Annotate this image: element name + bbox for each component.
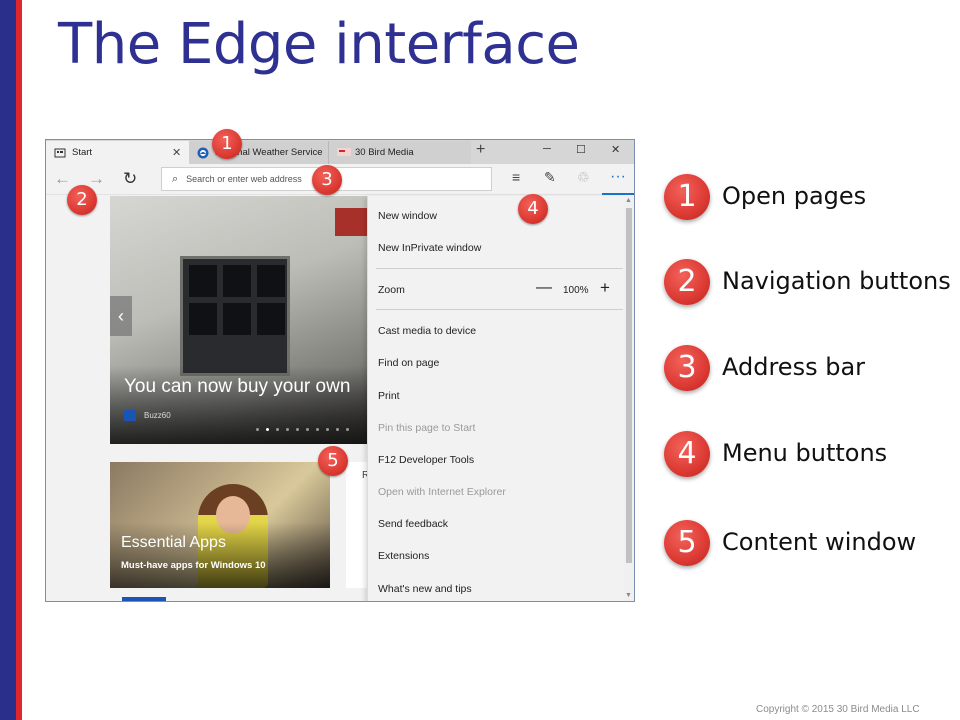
hero-photo-sign (335, 208, 370, 236)
menu-item-cast-media[interactable]: Cast media to device (378, 325, 476, 337)
address-placeholder: Search or enter web address (186, 174, 302, 184)
menu-item-new-inprivate-window[interactable]: New InPrivate window (378, 242, 481, 254)
share-icon[interactable]: ♲ (577, 169, 590, 186)
refresh-icon[interactable]: ↻ (123, 169, 137, 189)
menu-item-pin-to-start: Pin this page to Start (378, 422, 476, 434)
legend-badge-3: 3 (664, 345, 710, 391)
legend-badge-5: 5 (664, 520, 710, 566)
menu-item-print[interactable]: Print (378, 390, 400, 402)
zoom-in-button[interactable]: + (600, 278, 610, 298)
carousel-dot[interactable] (306, 428, 309, 431)
legend-label-open-pages: Open pages (722, 182, 867, 210)
carousel-dot[interactable] (326, 428, 329, 431)
close-tab-icon[interactable]: ✕ (172, 146, 181, 159)
tab-start[interactable]: Start ✕ (46, 141, 189, 164)
forward-arrow-icon[interactable]: → (88, 169, 105, 189)
carousel-dot[interactable] (276, 428, 279, 431)
hero-news-card[interactable]: ‹ You can now buy your own Buzz60 (110, 196, 370, 444)
legend-label-menu-buttons: Menu buttons (722, 439, 888, 467)
carousel-dots[interactable] (256, 428, 349, 431)
legend-label-content-window: Content window (722, 528, 917, 556)
carousel-dot[interactable] (346, 428, 349, 431)
menu-item-new-window[interactable]: New window (378, 210, 437, 222)
carousel-dot[interactable] (256, 428, 259, 431)
menu-scrollbar[interactable]: ▲ ▼ (624, 196, 634, 601)
legend-label-navigation-buttons: Navigation buttons (722, 267, 951, 295)
new-tab-button[interactable]: + (476, 141, 485, 159)
legend-badge-4: 4 (664, 431, 710, 477)
apps-card-subtitle: Must-have apps for Windows 10 (121, 560, 266, 571)
callout-badge-4: 4 (518, 194, 548, 224)
start-page-icon (54, 147, 66, 159)
slide-title: The Edge interface (58, 12, 580, 77)
previous-slide-button[interactable]: ‹ (110, 296, 132, 336)
zoom-out-button[interactable]: — (536, 279, 552, 297)
more-actions-button[interactable]: ··· (602, 164, 634, 195)
tab-weather[interactable]: National Weather Service (189, 141, 329, 164)
scroll-down-icon[interactable]: ▼ (625, 592, 632, 599)
hub-icon[interactable]: ≡ (512, 169, 520, 185)
copyright-notice: Copyright © 2015 30 Bird Media LLC (756, 704, 920, 715)
web-note-icon[interactable]: ✎ (544, 169, 556, 186)
tab-30-bird-media[interactable]: 30 Bird Media (329, 141, 471, 164)
carousel-dot[interactable] (286, 428, 289, 431)
menu-item-send-feedback[interactable]: Send feedback (378, 518, 448, 530)
scroll-up-icon[interactable]: ▲ (625, 197, 632, 204)
tab-bar: Start ✕ National Weather Service 30 Bird… (46, 140, 634, 164)
legend-badge-1: 1 (664, 174, 710, 220)
left-accent-bar-blue (0, 0, 16, 720)
more-actions-menu: New window New InPrivate window Zoom — 1… (367, 196, 624, 601)
callout-badge-3: 3 (312, 165, 342, 195)
left-accent-bar-red (16, 0, 22, 720)
zoom-level: 100% (563, 285, 589, 296)
callout-badge-5: 5 (318, 446, 348, 476)
menu-item-find-on-page[interactable]: Find on page (378, 357, 439, 369)
menu-item-developer-tools[interactable]: F12 Developer Tools (378, 454, 474, 466)
scroll-thumb[interactable] (626, 208, 632, 563)
menu-item-extensions[interactable]: Extensions (378, 550, 429, 562)
news-source-logo (124, 410, 136, 421)
legend-badge-2: 2 (664, 259, 710, 305)
minimize-icon[interactable]: ─ (543, 143, 551, 155)
search-icon: ⌕ (172, 172, 179, 185)
apps-card-title: Essential Apps (121, 534, 226, 551)
maximize-icon[interactable]: ☐ (576, 143, 586, 156)
callout-badge-1: 1 (212, 129, 242, 159)
menu-item-whats-new[interactable]: What's new and tips (378, 583, 472, 595)
content-strip (122, 597, 166, 601)
back-arrow-icon[interactable]: ← (54, 169, 71, 189)
carousel-dot[interactable] (316, 428, 319, 431)
close-window-icon[interactable]: ✕ (611, 143, 620, 156)
tab-label: 30 Bird Media (355, 147, 414, 158)
carousel-dot[interactable] (336, 428, 339, 431)
tab-label: Start (72, 147, 93, 158)
weather-service-icon (197, 147, 209, 159)
legend-label-address-bar: Address bar (722, 353, 866, 381)
menu-item-zoom: Zoom (378, 284, 405, 296)
hero-photo-window (180, 256, 290, 376)
carousel-dot[interactable] (266, 428, 269, 431)
carousel-dot[interactable] (296, 428, 299, 431)
hero-caption: You can now buy your own (124, 376, 351, 397)
callout-badge-2: 2 (67, 185, 97, 215)
site-favicon-icon (337, 147, 351, 159)
essential-apps-card[interactable]: Essential Apps Must-have apps for Window… (110, 462, 330, 588)
menu-item-open-with-ie: Open with Internet Explorer (378, 486, 506, 498)
hero-source: Buzz60 (144, 411, 171, 420)
